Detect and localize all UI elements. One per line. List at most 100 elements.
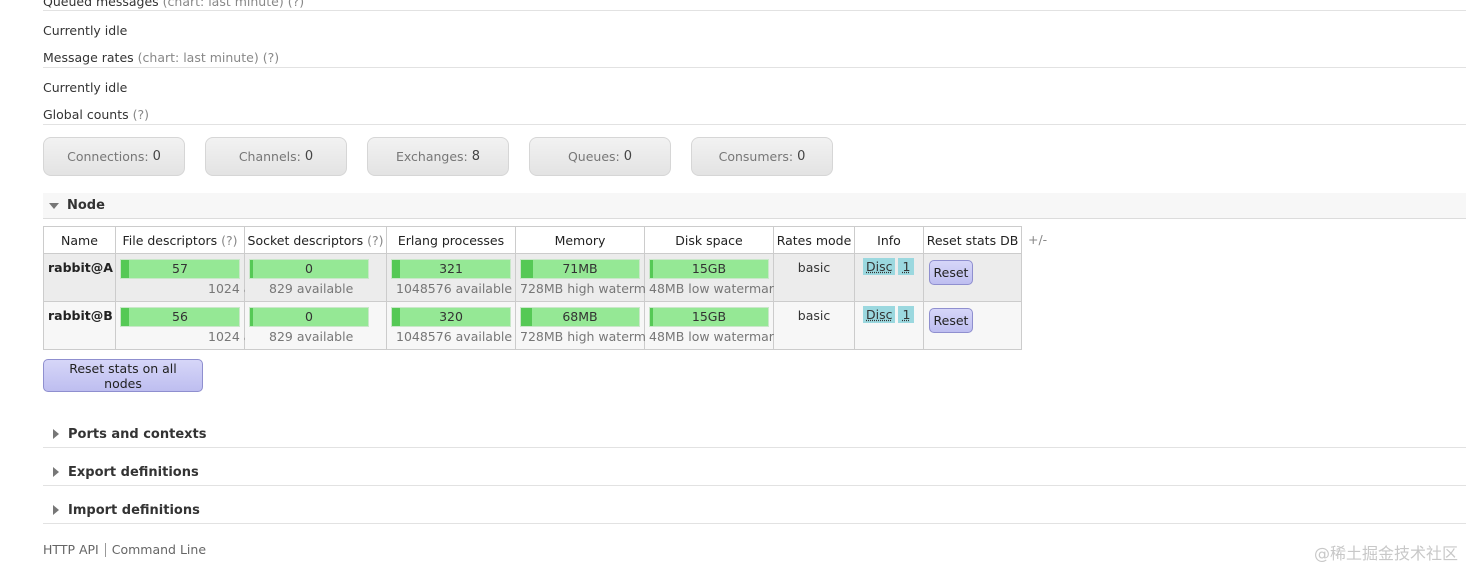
- expand-triangle-icon: [53, 467, 59, 477]
- fd-value: 56: [172, 309, 188, 324]
- mem-value: 68MB: [562, 309, 598, 324]
- message-rates-help[interactable]: (?): [263, 50, 279, 65]
- sd-value: 0: [305, 309, 313, 324]
- erl-cell: 321 1048576 available: [386, 253, 516, 302]
- ports-section-title: Ports and contexts: [68, 426, 207, 442]
- node-name[interactable]: rabbit@B: [43, 301, 116, 350]
- reset-all-nodes-button[interactable]: Reset stats on all nodes: [43, 359, 203, 392]
- http-api-link[interactable]: HTTP API: [43, 542, 99, 557]
- count-label: Channels:: [238, 149, 301, 164]
- sd-sub: 829 available: [269, 281, 354, 296]
- message-rates-label: Message rates (chart: last minute) (?): [43, 50, 279, 65]
- reset-cell: Reset: [923, 301, 1022, 350]
- disk-sub: 48MB low watermark: [649, 329, 782, 344]
- rates-mode: basic: [773, 253, 855, 302]
- divider: [43, 124, 1466, 125]
- erl-value: 321: [439, 261, 463, 276]
- expand-triangle-icon: [53, 429, 59, 439]
- nodes-table: Name File descriptors (?) Socket descrip…: [43, 226, 1022, 350]
- global-counts-help[interactable]: (?): [133, 107, 149, 122]
- socket-descriptors-help[interactable]: (?): [367, 233, 383, 248]
- message-rates-note[interactable]: (chart: last minute): [138, 50, 259, 65]
- node-section-toggle[interactable]: Node: [43, 193, 1466, 219]
- col-info: Info: [854, 226, 924, 254]
- footer-separator: [104, 542, 106, 557]
- column-toggle[interactable]: +/-: [1028, 232, 1047, 247]
- erl-value: 320: [439, 309, 463, 324]
- info-cell: Disc 1: [854, 301, 924, 350]
- info-cell: Disc 1: [854, 253, 924, 302]
- import-section-title: Import definitions: [68, 502, 200, 518]
- sd-bar-fill: [250, 308, 253, 326]
- reset-cell: Reset: [923, 253, 1022, 302]
- sd-value: 0: [305, 261, 313, 276]
- col-file-descriptors: File descriptors (?): [115, 226, 245, 254]
- divider: [43, 67, 1466, 68]
- rates-mode: basic: [773, 301, 855, 350]
- erl-bar-fill: [392, 308, 400, 326]
- import-section-toggle[interactable]: Import definitions: [43, 497, 1466, 524]
- mem-bar-fill: [521, 260, 533, 278]
- global-counts: Connections: 0 Channels: 0 Exchanges: 8 Que…: [43, 137, 833, 176]
- expand-triangle-icon: [53, 505, 59, 515]
- col-socket-descriptors: Socket descriptors (?): [244, 226, 387, 254]
- ports-section-toggle[interactable]: Ports and contexts: [43, 421, 1466, 448]
- divider: [43, 10, 1466, 11]
- fd-bar-fill: [121, 260, 129, 278]
- count-label: Exchanges:: [395, 149, 468, 164]
- consumers-count[interactable]: Consumers: 0: [691, 137, 833, 176]
- col-rates-mode: Rates mode: [773, 226, 855, 254]
- command-line-link[interactable]: Command Line: [112, 542, 206, 557]
- erl-cell: 320 1048576 available: [386, 301, 516, 350]
- count-label: Consumers:: [718, 149, 794, 164]
- mem-bar-fill: [521, 308, 532, 326]
- channels-count[interactable]: Channels: 0: [205, 137, 347, 176]
- cluster-count-badge[interactable]: 1: [898, 306, 915, 323]
- count-label: Connections:: [67, 149, 149, 164]
- erl-bar: 320: [391, 307, 511, 327]
- erl-sub: 1048576 available: [396, 281, 513, 296]
- queued-messages-note[interactable]: (chart: last minute): [163, 0, 284, 9]
- disc-badge[interactable]: Disc: [863, 258, 896, 275]
- mem-bar: 71MB: [520, 259, 640, 279]
- col-file-descriptors-label: File descriptors: [122, 232, 218, 248]
- idle-status-1: Currently idle: [43, 23, 128, 38]
- watermark: @稀土掘金技术社区: [1313, 544, 1458, 563]
- connections-count[interactable]: Connections: 0: [43, 137, 185, 176]
- sd-bar: 0: [249, 259, 369, 279]
- fd-cell: 57 1024 available: [115, 253, 300, 302]
- cluster-count-badge[interactable]: 1: [898, 258, 915, 275]
- queued-messages-title: Queued messages: [43, 0, 159, 9]
- queued-messages-label: Queued messages (chart: last minute) (?): [43, 0, 304, 9]
- count-value: 0: [623, 149, 633, 164]
- mem-value: 71MB: [562, 261, 598, 276]
- disk-cell: 15GB 48MB low watermark: [644, 301, 781, 350]
- count-value: 0: [152, 149, 161, 164]
- node-row: rabbit@A 57 1024 available 0 829 availab…: [43, 253, 1022, 302]
- fd-value: 57: [172, 261, 188, 276]
- mem-cell: 71MB 728MB high watermark: [515, 253, 666, 302]
- count-value: 0: [304, 149, 314, 164]
- reset-node-button[interactable]: Reset: [929, 260, 973, 285]
- disk-bar: 15GB: [649, 259, 769, 279]
- mem-cell: 68MB 728MB high watermark: [515, 301, 666, 350]
- queues-count[interactable]: Queues: 0: [529, 137, 671, 176]
- disc-badge[interactable]: Disc: [863, 306, 896, 323]
- fd-bar: 56: [120, 307, 240, 327]
- erl-sub: 1048576 available: [396, 329, 513, 344]
- col-socket-descriptors-label: Socket descriptors: [247, 232, 364, 248]
- col-name: Name: [43, 226, 116, 254]
- exchanges-count[interactable]: Exchanges: 8: [367, 137, 509, 176]
- file-descriptors-help[interactable]: (?): [221, 233, 237, 248]
- disk-value: 15GB: [691, 261, 727, 276]
- queued-messages-help[interactable]: (?): [288, 0, 304, 9]
- idle-status-2: Currently idle: [43, 80, 128, 95]
- disk-cell: 15GB 48MB low watermark: [644, 253, 781, 302]
- node-name[interactable]: rabbit@A: [43, 253, 116, 302]
- reset-node-button[interactable]: Reset: [929, 308, 973, 333]
- node-section-title: Node: [67, 198, 105, 213]
- export-section-toggle[interactable]: Export definitions: [43, 459, 1466, 486]
- fd-bar: 57: [120, 259, 240, 279]
- sd-cell: 0 829 available: [244, 253, 387, 302]
- global-counts-title: Global counts: [43, 107, 129, 122]
